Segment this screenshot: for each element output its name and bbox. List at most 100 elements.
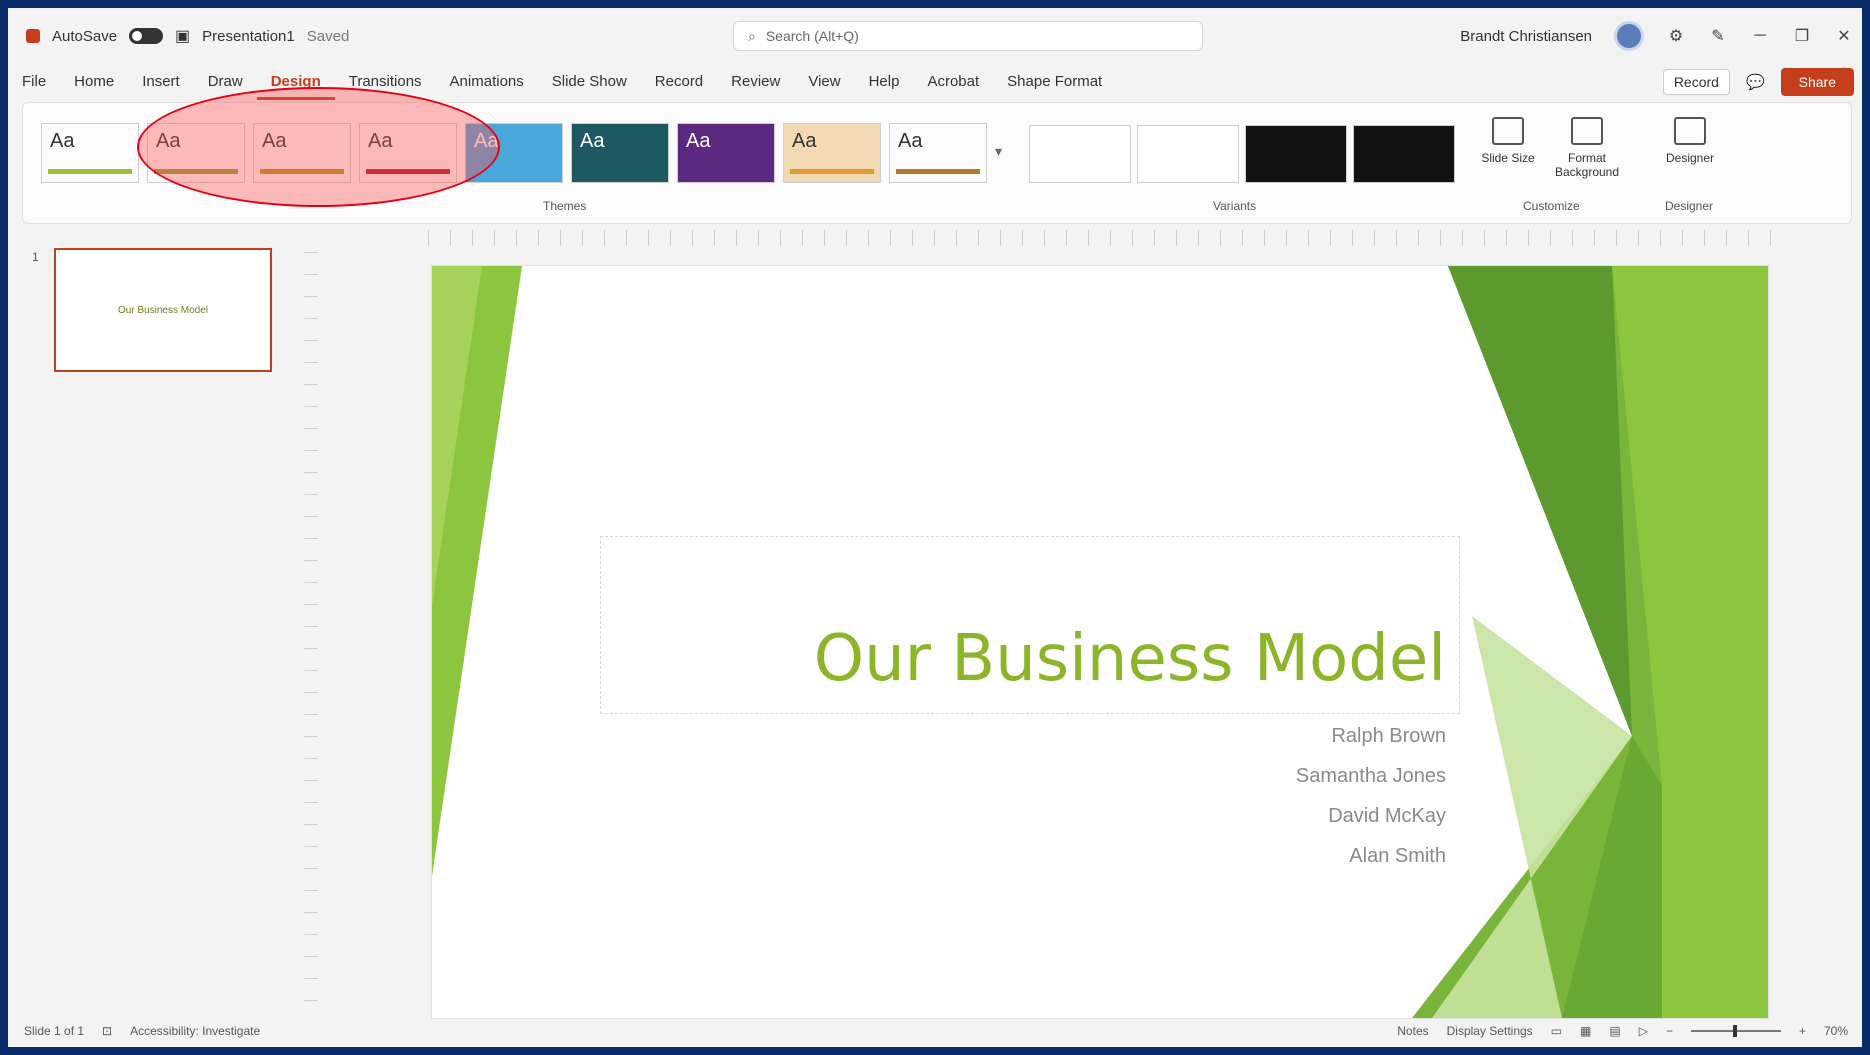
variants-group-label: Variants	[1213, 199, 1257, 213]
tab-help[interactable]: Help	[855, 64, 914, 100]
powerpoint-window: AutoSave ▣ Presentation1 Saved ⌕ Search …	[6, 6, 1864, 1049]
horizontal-ruler	[428, 230, 1778, 246]
thumbnail-number: 1	[32, 250, 39, 264]
designer-label: Designer	[1665, 151, 1715, 165]
search-placeholder: Search (Alt+Q)	[765, 28, 859, 44]
tab-file[interactable]: File	[8, 64, 60, 100]
autosave-label: AutoSave	[52, 27, 118, 45]
designer-icon	[1674, 117, 1706, 145]
subtitle-names[interactable]: Ralph Brown Samantha Jones David McKay A…	[1296, 716, 1446, 876]
slide-info: Slide 1 of 1	[24, 1024, 85, 1038]
accessibility-status[interactable]: Accessibility: Investigate	[130, 1024, 260, 1038]
themes-more-icon[interactable]: ▾	[995, 143, 1002, 160]
theme-color-bar	[154, 169, 238, 174]
designer-button[interactable]: Designer	[1655, 117, 1725, 165]
status-bar: Slide 1 of 1 ⊡ Accessibility: Investigat…	[8, 1015, 1862, 1047]
variant-1[interactable]	[1029, 125, 1131, 183]
tab-home[interactable]: Home	[60, 64, 128, 100]
slide-size-button[interactable]: Slide Size	[1473, 117, 1543, 165]
tab-design[interactable]: Design	[256, 64, 335, 100]
zoom-slider[interactable]	[1690, 1025, 1781, 1037]
tab-review[interactable]: Review	[717, 64, 794, 100]
theme-label: Aa	[898, 130, 923, 152]
restore-icon[interactable]: ❐	[1792, 26, 1812, 46]
variant-4[interactable]	[1353, 125, 1455, 183]
tab-acrobat[interactable]: Acrobat	[913, 64, 993, 100]
slide-size-label: Slide Size	[1481, 151, 1535, 165]
tab-insert[interactable]: Insert	[128, 64, 194, 100]
tab-animations[interactable]: Animations	[436, 64, 538, 100]
theme-label: Aa	[580, 130, 605, 152]
slide-size-icon	[1492, 117, 1524, 145]
tab-transitions[interactable]: Transitions	[335, 64, 436, 100]
theme-6[interactable]: Aa	[571, 123, 669, 183]
theme-9[interactable]: Aa	[889, 123, 987, 183]
tab-shape-format[interactable]: Shape Format	[993, 64, 1116, 100]
zoom-in-icon[interactable]: +	[1799, 1024, 1806, 1038]
presenter-name: Samantha Jones	[1295, 765, 1446, 787]
save-icon[interactable]: ▣	[175, 26, 190, 46]
tab-slide-show[interactable]: Slide Show	[538, 64, 641, 100]
tab-draw[interactable]: Draw	[194, 64, 257, 100]
variant-3[interactable]	[1245, 125, 1347, 183]
tab-record[interactable]: Record	[641, 64, 717, 100]
presenter-name: Ralph Brown	[1331, 725, 1446, 747]
theme-color-bar	[48, 169, 132, 174]
close-icon[interactable]: ✕	[1834, 26, 1854, 46]
thumbnail-caption: Our Business Model	[117, 304, 209, 316]
powerpoint-logo-icon	[26, 29, 40, 43]
pen-icon[interactable]: ✎	[1708, 26, 1728, 46]
slide-thumbnail-1[interactable]: Our Business Model	[54, 248, 272, 372]
accessibility-icon[interactable]: ⊡	[102, 1024, 112, 1038]
theme-label: Aa	[474, 130, 499, 152]
customize-group-label: Customize	[1523, 199, 1580, 213]
normal-view-icon[interactable]: ▭	[1551, 1024, 1562, 1038]
slide-canvas[interactable]: Our Business Model Ralph Brown Samantha …	[432, 266, 1768, 1018]
slide-sorter-icon[interactable]: ▦	[1580, 1024, 1591, 1038]
autosave-toggle[interactable]	[129, 28, 164, 44]
minimize-icon[interactable]: ─	[1750, 27, 1770, 45]
search-box[interactable]: ⌕ Search (Alt+Q)	[733, 21, 1203, 51]
theme-label: Aa	[50, 130, 75, 152]
user-name[interactable]: Brandt Christiansen	[1460, 28, 1592, 45]
design-ribbon: Aa Aa Aa Aa Aa Aa Aa Aa Aa ▾ Themes Vari…	[22, 87, 1852, 224]
zoom-out-icon[interactable]: −	[1666, 1024, 1673, 1038]
comments-icon[interactable]: 💬	[1746, 73, 1765, 91]
notes-button[interactable]: Notes	[1397, 1024, 1428, 1038]
record-button[interactable]: Record	[1662, 69, 1730, 95]
slideshow-icon[interactable]: ▷	[1639, 1024, 1648, 1038]
theme-color-bar	[366, 169, 450, 174]
avatar[interactable]	[1614, 21, 1644, 51]
theme-office[interactable]: Aa	[41, 123, 139, 183]
theme-label: Aa	[686, 130, 711, 152]
file-name[interactable]: Presentation1	[202, 28, 295, 45]
tab-view[interactable]: View	[794, 64, 854, 100]
reading-view-icon[interactable]: ▤	[1609, 1024, 1620, 1038]
theme-4[interactable]: Aa	[359, 123, 457, 183]
slide-title[interactable]: Our Business Model	[814, 622, 1446, 696]
vertical-ruler	[304, 252, 318, 1022]
theme-5[interactable]: Aa	[465, 123, 563, 183]
display-settings-button[interactable]: Display Settings	[1447, 1024, 1533, 1038]
presenter-name: Alan Smith	[1349, 845, 1446, 867]
theme-color-bar	[260, 169, 344, 174]
theme-2[interactable]: Aa	[147, 123, 245, 183]
share-button[interactable]: Share	[1780, 68, 1854, 96]
theme-label: Aa	[368, 130, 393, 152]
search-icon: ⌕	[748, 27, 756, 44]
variant-2[interactable]	[1137, 125, 1239, 183]
format-background-button[interactable]: Format Background	[1545, 117, 1629, 179]
settings-icon[interactable]: ⚙	[1666, 26, 1686, 46]
saved-state: Saved	[306, 27, 350, 45]
theme-3[interactable]: Aa	[253, 123, 351, 183]
zoom-level[interactable]: 70%	[1824, 1024, 1848, 1038]
theme-label: Aa	[262, 130, 287, 152]
theme-7[interactable]: Aa	[677, 123, 775, 183]
theme-color-bar	[896, 169, 980, 174]
theme-label: Aa	[156, 130, 181, 152]
theme-label: Aa	[792, 130, 817, 152]
themes-group-label: Themes	[543, 199, 587, 213]
zoom-slider-thumb[interactable]	[1732, 1025, 1737, 1037]
designer-group-label: Designer	[1665, 199, 1714, 213]
theme-8[interactable]: Aa	[783, 123, 881, 183]
